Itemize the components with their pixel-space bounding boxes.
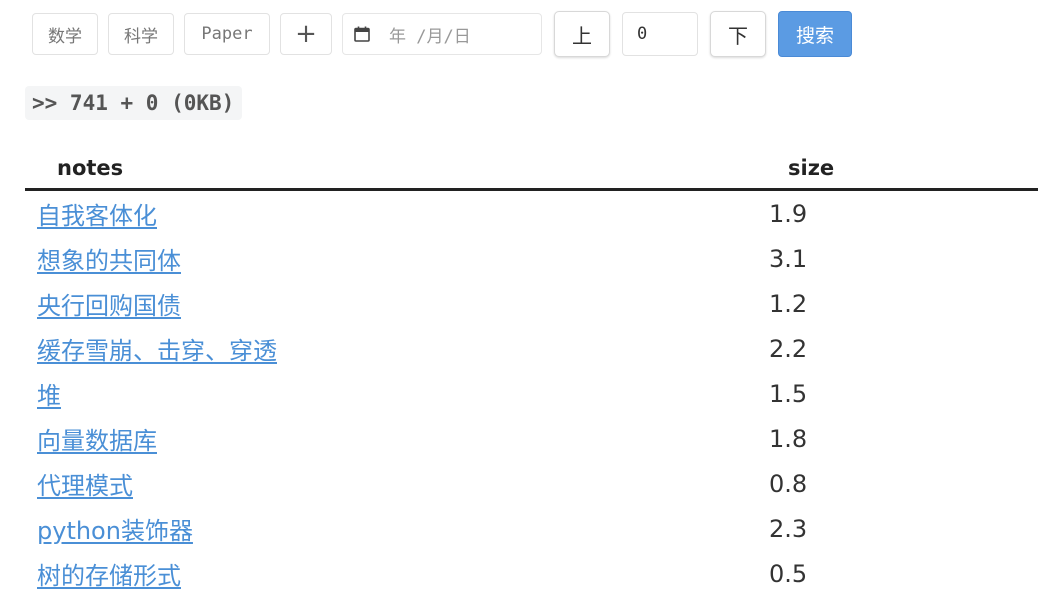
calendar-icon [354, 26, 370, 42]
page: 数学 科学 Paper + 年 /月/日 上 0 下 搜索 >> 741 + 0… [0, 0, 1056, 610]
search-button[interactable]: 搜索 [778, 11, 852, 57]
note-link[interactable]: 树的存储形式 [37, 562, 181, 590]
table-row: 想象的共同体 3.1 [25, 236, 1038, 281]
note-size-cell: 2.3 [769, 514, 808, 543]
note-link[interactable]: 缓存雪崩、击穿、穿透 [37, 337, 277, 365]
note-size-cell: 2.2 [769, 334, 808, 363]
category-math-button[interactable]: 数学 [32, 13, 98, 55]
table-row: 自我客体化 1.9 [25, 190, 1038, 237]
note-link[interactable]: 想象的共同体 [37, 247, 181, 275]
table-row: 向量数据库 1.8 [25, 416, 1038, 461]
add-button[interactable]: + [280, 13, 332, 55]
date-input[interactable]: 年 /月/日 [342, 13, 542, 55]
note-size-cell: 0.5 [769, 559, 808, 588]
category-science-button[interactable]: 科学 [108, 13, 174, 55]
note-link[interactable]: 代理模式 [37, 472, 133, 500]
note-name-cell: 树的存储形式 [25, 551, 767, 596]
note-size-cell: 1.8 [769, 424, 808, 453]
category-paper-button[interactable]: Paper [184, 13, 270, 55]
note-name-cell: 缓存雪崩、击穿、穿透 [25, 326, 767, 371]
note-size-cell: 1.2 [769, 289, 808, 318]
notes-table: notes size 自我客体化 1.9 想象的共同体 3.1 央行回购国债 1… [25, 148, 1038, 596]
note-link[interactable]: 央行回购国债 [37, 292, 181, 320]
prev-page-button[interactable]: 上 [554, 11, 610, 57]
toolbar: 数学 科学 Paper + 年 /月/日 上 0 下 搜索 [32, 11, 852, 57]
table-row: 代理模式 0.8 [25, 461, 1038, 506]
note-link[interactable]: python装饰器 [37, 517, 193, 545]
note-name-cell: python装饰器 [25, 506, 767, 551]
table-row: 缓存雪崩、击穿、穿透 2.2 [25, 326, 1038, 371]
table-header-row: notes size [25, 148, 1038, 191]
table-row: 央行回购国债 1.2 [25, 281, 1038, 326]
note-size-cell: 0.8 [769, 469, 808, 498]
note-name-cell: 向量数据库 [25, 416, 767, 461]
page-number-input[interactable]: 0 [622, 12, 698, 56]
note-name-cell: 自我客体化 [25, 190, 767, 237]
note-size-cell: 1.5 [769, 379, 808, 408]
date-placeholder: 年 /月/日 [389, 26, 471, 47]
table-row: python装饰器 2.3 [25, 506, 1038, 551]
column-header-notes: notes [25, 148, 767, 191]
note-link[interactable]: 自我客体化 [37, 202, 157, 230]
note-name-cell: 想象的共同体 [25, 236, 767, 281]
note-size-cell: 1.9 [769, 199, 808, 228]
stats-summary: >> 741 + 0 (0KB) [25, 86, 243, 120]
note-size-cell: 3.1 [769, 244, 808, 273]
note-link[interactable]: 堆 [37, 382, 61, 410]
note-name-cell: 代理模式 [25, 461, 767, 506]
next-page-button[interactable]: 下 [710, 11, 766, 57]
note-link[interactable]: 向量数据库 [37, 427, 157, 455]
note-name-cell: 堆 [25, 371, 767, 416]
table-row: 树的存储形式 0.5 [25, 551, 1038, 596]
column-header-size: size [767, 148, 1038, 191]
note-name-cell: 央行回购国债 [25, 281, 767, 326]
table-row: 堆 1.5 [25, 371, 1038, 416]
